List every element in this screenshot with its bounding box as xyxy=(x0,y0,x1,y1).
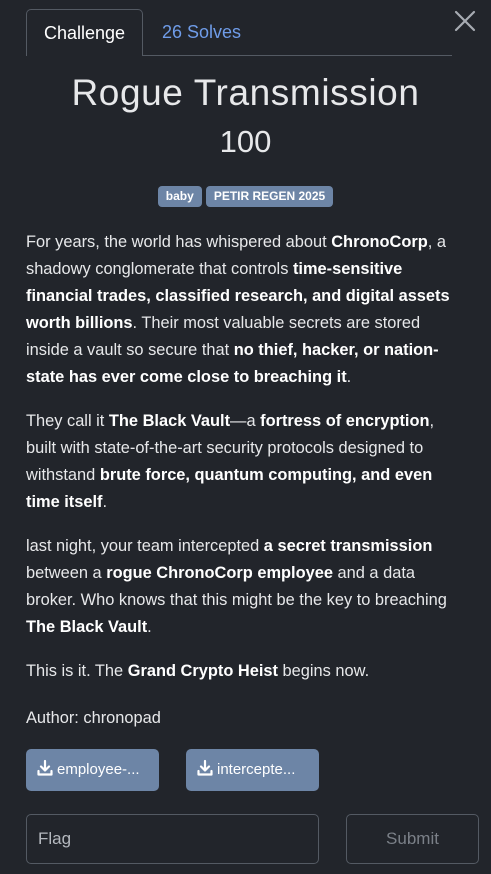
file-download-label: employee-... xyxy=(57,761,140,778)
emphasized-text: The Black Vault xyxy=(108,412,231,430)
emphasized-text: brute force, quantum computing, and even… xyxy=(26,466,433,511)
emphasized-text: rogue ChronoCorp employee xyxy=(106,564,333,582)
emphasized-text: a secret transmission xyxy=(263,537,433,555)
tag-badge: PETIR REGEN 2025 xyxy=(205,186,334,207)
file-download-button[interactable]: intercepte... xyxy=(186,749,319,791)
challenge-description: For years, the world has whispered about… xyxy=(26,229,466,702)
close-x-glyph xyxy=(454,10,476,32)
tag-list: baby PETIR REGEN 2025 xyxy=(0,186,491,207)
tag-badge: baby xyxy=(157,186,202,207)
tab-solves[interactable]: 26 Solves xyxy=(162,9,241,55)
emphasized-text: time-sensitive financial trades, classif… xyxy=(26,260,450,332)
challenge-title: Rogue Transmission xyxy=(71,72,420,113)
flag-input[interactable] xyxy=(26,814,319,864)
emphasized-text: Grand Crypto Heist xyxy=(127,662,278,680)
tab-challenge[interactable]: Challenge xyxy=(26,9,143,56)
download-icon xyxy=(37,759,53,776)
emphasized-text: fortress of encryption xyxy=(260,412,430,430)
tab-bar: Challenge 26 Solves xyxy=(26,9,452,56)
submit-button[interactable]: Submit xyxy=(346,814,479,864)
download-icon xyxy=(197,759,213,776)
close-icon[interactable] xyxy=(452,8,478,34)
file-download-button[interactable]: employee-... xyxy=(26,749,159,791)
emphasized-text: ChronoCorp xyxy=(331,233,428,251)
description-paragraph: For years, the world has whispered about… xyxy=(26,233,450,386)
description-paragraph: last night, your team intercepted a secr… xyxy=(26,537,447,636)
file-download-label: intercepte... xyxy=(217,761,296,778)
emphasized-text: no thief, hacker, or nation-state has ev… xyxy=(26,341,439,386)
description-paragraph: They call it The Black Vault—a fortress … xyxy=(26,412,435,511)
challenge-points: 100 xyxy=(219,124,272,159)
description-paragraph: This is it. The Grand Crypto Heist begin… xyxy=(26,662,370,680)
emphasized-text: The Black Vault xyxy=(26,618,148,636)
author-line: Author: chronopad xyxy=(26,709,161,727)
